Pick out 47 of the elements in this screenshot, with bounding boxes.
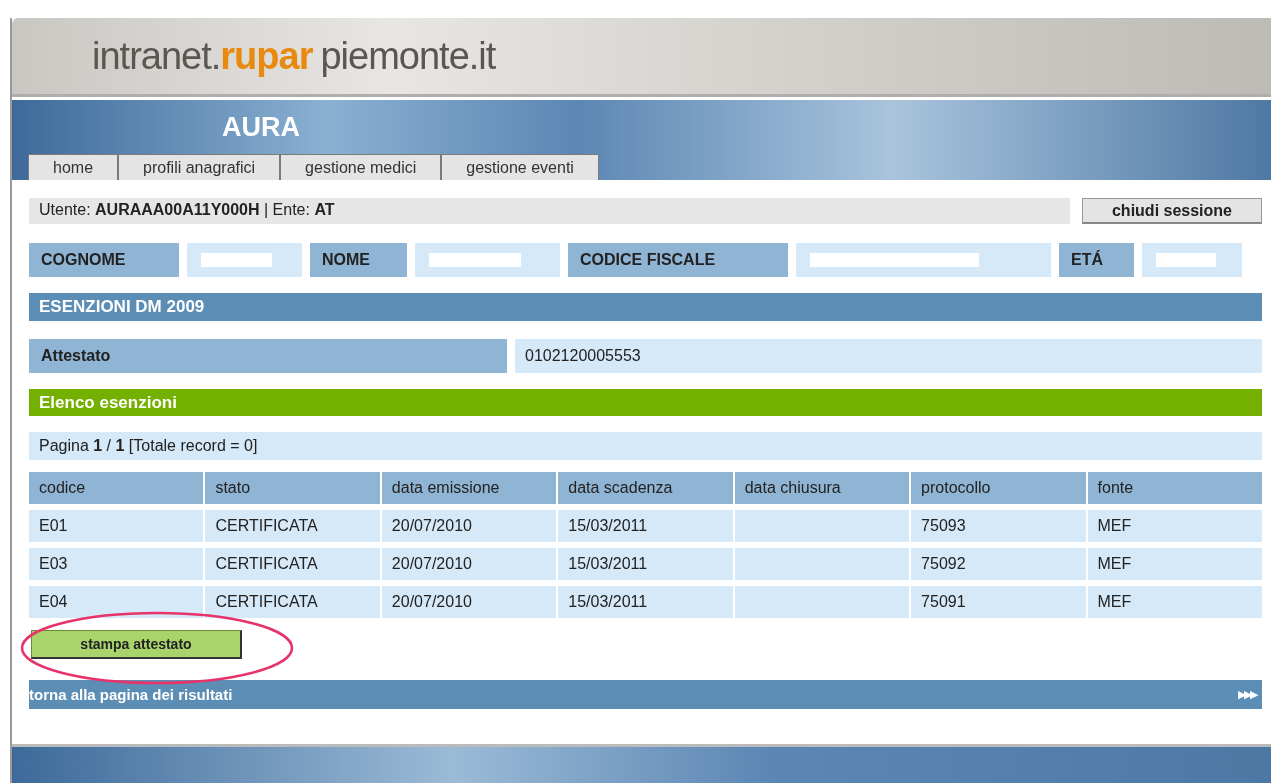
table-cell: 75091	[911, 586, 1086, 618]
print-button[interactable]: stampa attestato	[31, 630, 242, 659]
list-header: Elenco esenzioni	[29, 389, 1262, 416]
table-cell: CERTIFICATA	[205, 548, 380, 580]
table-cell: 15/03/2011	[558, 586, 733, 618]
table-cell: 15/03/2011	[558, 510, 733, 542]
redaction-block	[1156, 253, 1217, 267]
table-cell: E04	[29, 586, 204, 618]
arrows-icon: ▶▶▶	[1238, 688, 1256, 701]
column-header: stato	[205, 472, 380, 504]
table-cell: 20/07/2010	[381, 510, 557, 542]
nav-tab[interactable]: profili anagrafici	[118, 154, 281, 180]
user-info: Utente: AURAAA00A11Y000H | Ente: AT	[29, 198, 1070, 224]
table-cell: MEF	[1087, 548, 1262, 580]
column-header: data chiusura	[734, 472, 910, 504]
table-cell: 75092	[911, 548, 1086, 580]
nav-tab[interactable]: gestione eventi	[441, 154, 599, 180]
logout-button[interactable]: chiudi sessione	[1082, 198, 1262, 224]
nav-tab[interactable]: gestione medici	[280, 154, 442, 180]
table-cell: 20/07/2010	[381, 586, 557, 618]
site-logo: intranet.rupar piemonte.it	[92, 34, 496, 78]
field-label: COGNOME	[29, 243, 179, 277]
table-cell: MEF	[1087, 586, 1262, 618]
field-label: ETÁ	[1059, 243, 1134, 277]
app-title: AURA	[222, 112, 300, 143]
table-cell: CERTIFICATA	[205, 510, 380, 542]
column-header: protocollo	[911, 472, 1086, 504]
pagination-info: Pagina 1 / 1 [Totale record = 0]	[29, 432, 1262, 460]
table-cell: 15/03/2011	[558, 548, 733, 580]
column-header: data scadenza	[558, 472, 733, 504]
back-link[interactable]: torna alla pagina dei risultati	[29, 686, 233, 703]
table-cell: E03	[29, 548, 204, 580]
field-label: NOME	[310, 243, 407, 277]
column-header: data emissione	[381, 472, 557, 504]
table-cell: 20/07/2010	[381, 548, 557, 580]
table-cell: MEF	[1087, 510, 1262, 542]
table-cell: E01	[29, 510, 204, 542]
column-header: fonte	[1087, 472, 1262, 504]
field-value: 0102120005553	[515, 339, 1262, 373]
field-label: Attestato	[29, 339, 507, 373]
field-label: CODICE FISCALE	[568, 243, 788, 277]
redaction-block	[201, 253, 272, 267]
table-cell: 75093	[911, 510, 1086, 542]
table-cell: CERTIFICATA	[205, 586, 380, 618]
section-header: ESENZIONI DM 2009	[29, 293, 1262, 321]
nav-tab[interactable]: home	[28, 154, 119, 180]
column-header: codice	[29, 472, 204, 504]
